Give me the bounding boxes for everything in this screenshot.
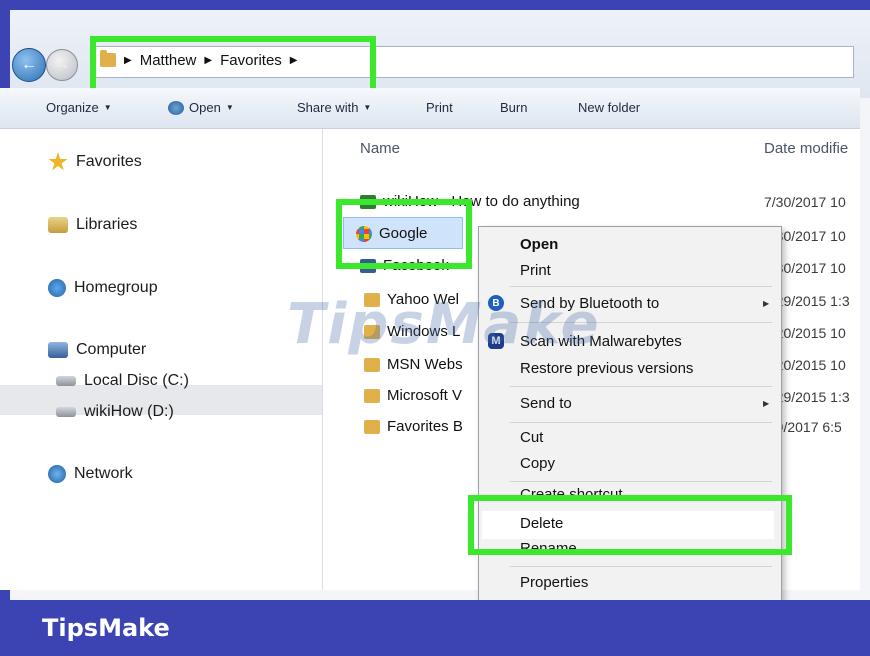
menu-item-cut[interactable]: Cut (520, 429, 543, 446)
sidebar-item-label: Homegroup (74, 279, 158, 296)
caret-down-icon: ▼ (103, 103, 112, 112)
sidebar-item-label: Favorites (76, 153, 142, 170)
list-item[interactable]: Microsoft V (364, 387, 462, 404)
navigation-pane (0, 129, 323, 590)
file-name: Microsoft V (387, 387, 463, 404)
folder-icon (364, 357, 380, 372)
menu-item-copy[interactable]: Copy (520, 455, 555, 472)
caret-down-icon: ▼ (363, 103, 372, 112)
menu-divider (510, 386, 772, 387)
watermark: TipsMake (287, 292, 601, 357)
print-button[interactable]: Print (426, 100, 453, 115)
brand-label: TipsMake (42, 614, 170, 642)
homegroup-icon (48, 279, 66, 297)
column-header-name[interactable]: Name (360, 140, 400, 157)
back-button[interactable]: ← (12, 48, 46, 82)
arrow-right-icon: → (54, 56, 70, 73)
menu-item-print[interactable]: Print (520, 262, 551, 279)
list-item[interactable]: Favorites B (364, 418, 463, 435)
folder-icon (364, 388, 380, 403)
menu-divider (510, 481, 772, 482)
sidebar-item-label: wikiHow (D:) (84, 403, 174, 420)
menu-item-properties[interactable]: Properties (520, 574, 588, 591)
menu-item-restore-versions[interactable]: Restore previous versions (520, 360, 693, 377)
column-header-date[interactable]: Date modifie (764, 140, 848, 157)
drive-icon (56, 407, 76, 417)
open-icon (168, 100, 184, 115)
drive-icon (56, 376, 76, 386)
sidebar-item-label: Local Disc (C:) (84, 372, 189, 389)
star-icon (48, 152, 68, 171)
burn-button[interactable]: Burn (500, 100, 527, 115)
share-with-button[interactable]: Share with ▼ (297, 100, 371, 115)
file-date: 7/30/2017 10 (764, 194, 846, 210)
sidebar-item-label: Computer (76, 341, 147, 358)
sidebar-item-label: Libraries (76, 216, 138, 233)
share-with-label: Share with (297, 100, 359, 115)
submenu-arrow-icon: ▶ (763, 299, 770, 308)
sidebar-item-network[interactable]: Network (48, 465, 133, 483)
file-name: MSN Webs (387, 356, 463, 373)
list-item[interactable]: MSN Webs (364, 356, 463, 373)
google-highlight (336, 199, 472, 269)
arrow-left-icon: ← (21, 56, 37, 73)
sidebar-item-computer[interactable]: Computer (48, 341, 146, 359)
caret-down-icon: ▼ (225, 103, 234, 112)
sidebar-item-homegroup[interactable]: Homegroup (48, 279, 158, 297)
computer-icon (48, 342, 68, 358)
menu-item-send-to[interactable]: Send to (520, 395, 572, 412)
menu-item-open[interactable]: Open (520, 236, 558, 253)
menu-divider (510, 566, 772, 567)
open-button[interactable]: Open ▼ (168, 100, 234, 115)
delete-highlight (468, 495, 792, 555)
sidebar-item-favorites[interactable]: Favorites (48, 152, 142, 172)
sidebar-item-local-disc[interactable]: Local Disc (C:) (56, 372, 189, 390)
library-icon (48, 217, 68, 233)
open-label: Open (189, 100, 221, 115)
sidebar-item-libraries[interactable]: Libraries (48, 216, 137, 234)
file-name: Favorites B (387, 418, 463, 435)
organize-label: Organize (46, 100, 99, 115)
menu-divider (510, 422, 772, 423)
menu-divider (510, 286, 772, 287)
organize-button[interactable]: Organize ▼ (46, 100, 112, 115)
folder-icon (364, 419, 380, 434)
forward-button[interactable]: → (46, 49, 78, 81)
sidebar-item-wikihow-drive[interactable]: wikiHow (D:) (56, 403, 174, 421)
new-folder-button[interactable]: New folder (578, 100, 640, 115)
submenu-arrow-icon: ▶ (763, 399, 770, 408)
sidebar-item-label: Network (74, 465, 133, 482)
network-icon (48, 465, 66, 483)
